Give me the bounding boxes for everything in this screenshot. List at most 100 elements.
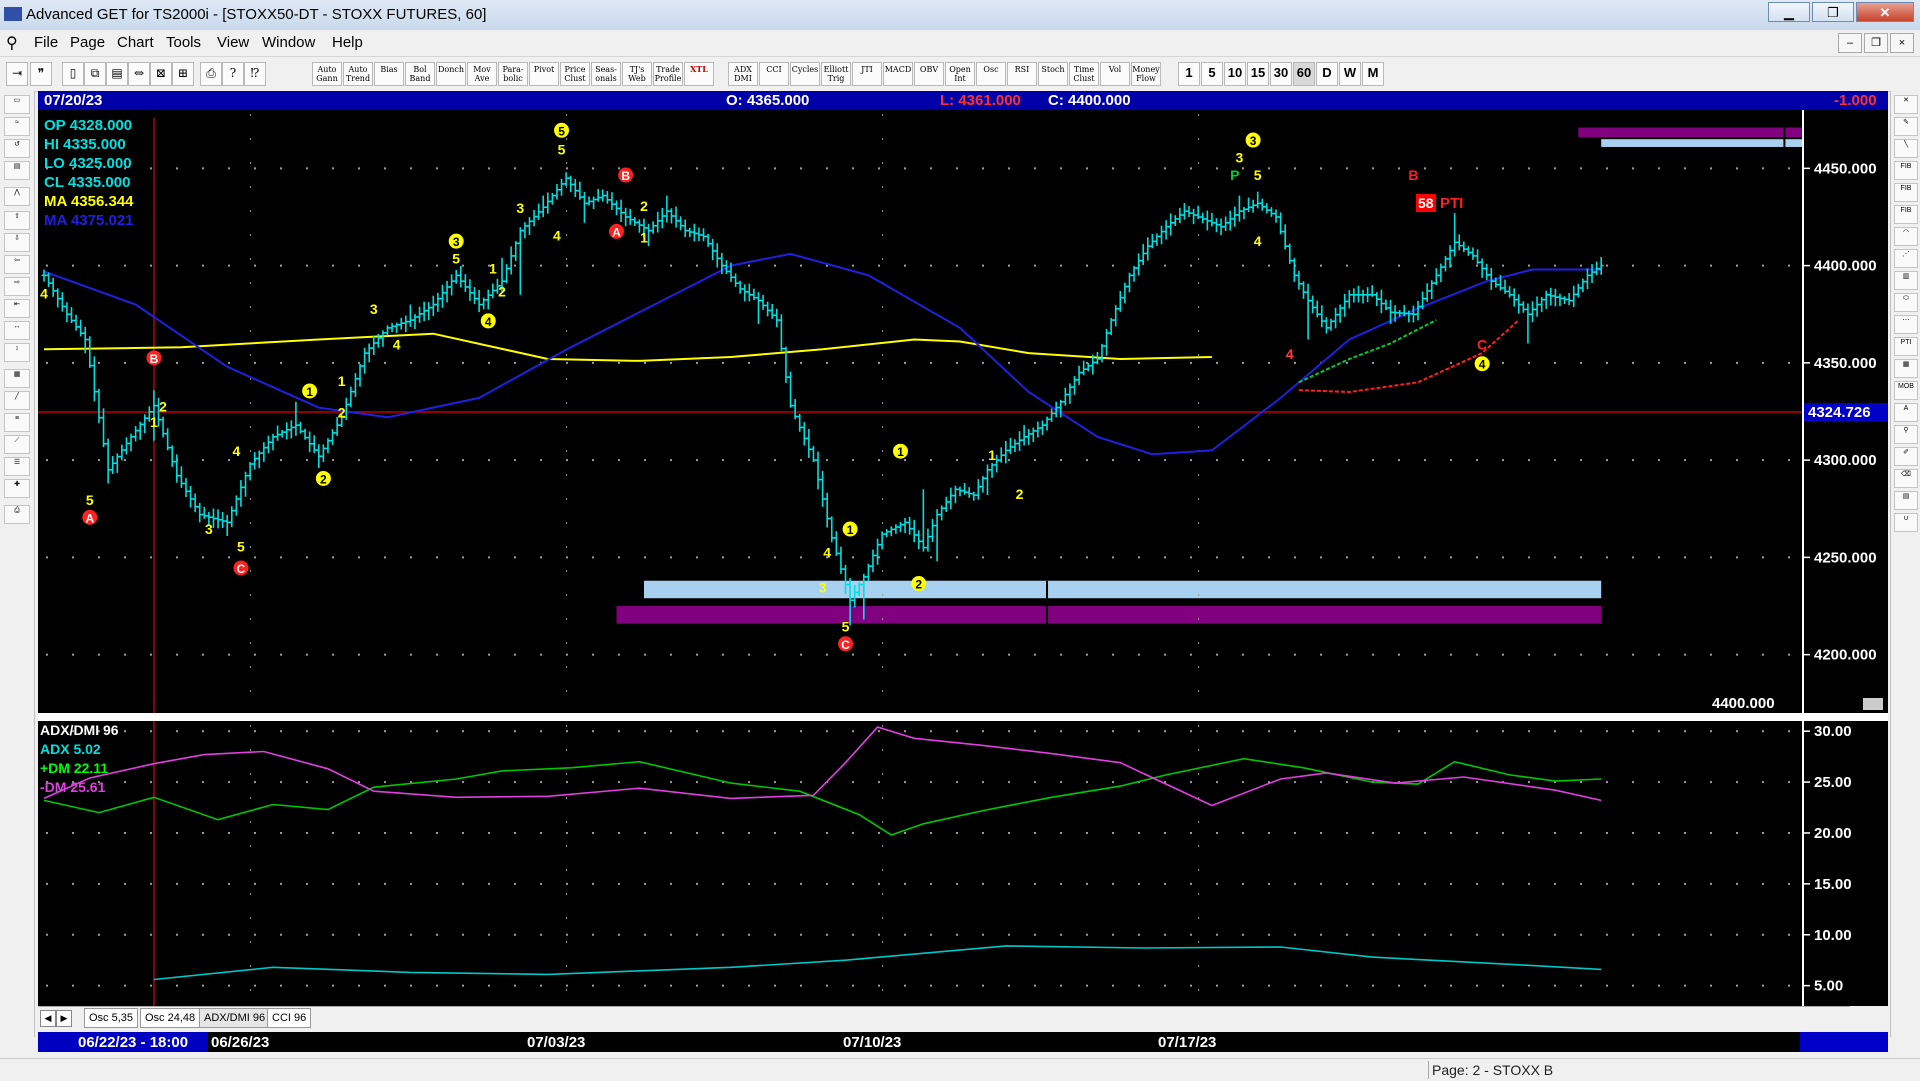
menu-tools[interactable]: Tools [166,34,201,51]
parabolic-button[interactable]: Para- bolic [498,62,528,86]
fib-time-icon[interactable]: FIB [1894,205,1918,224]
seasonals-button[interactable]: Seas- onals [591,62,621,86]
pencil-icon[interactable]: ✎ [1894,117,1918,136]
fan-icon[interactable]: ⋰ [1894,249,1918,268]
donch-button[interactable]: Donch [436,62,466,86]
tjs-web-button[interactable]: TJ's Web [622,62,652,86]
period-60-button[interactable]: 60 [1293,62,1315,86]
period-10-button[interactable]: 10 [1224,62,1246,86]
wave-tool-icon[interactable]: ≈ [4,117,30,136]
period-1-button[interactable]: 1 [1178,62,1200,86]
close-study-icon[interactable]: ✕ [1894,95,1918,114]
tab-osc-5-35[interactable]: Osc 5,35 [84,1008,139,1028]
ellipse-icon[interactable]: ⬭ [1894,293,1918,312]
arrow-left-icon[interactable]: ⇦ [4,255,30,274]
table-icon[interactable]: ▦ [1894,359,1918,378]
period-w-button[interactable]: W [1339,62,1361,86]
layout-icon[interactable]: ▤ [106,62,128,86]
resize-icon[interactable]: ⇔ [128,62,150,86]
crosshair-icon[interactable]: ✚ [4,479,30,498]
menu-file[interactable]: File [34,34,58,51]
auto-gann-button[interactable]: Auto Gann [312,62,342,86]
menu-help[interactable]: Help [332,34,363,51]
trend-line-icon[interactable]: ╱ [4,391,30,410]
split-icon[interactable]: ⊠ [150,62,172,86]
osc-button[interactable]: Osc [976,62,1006,86]
minimize-button[interactable]: ▁ [1768,2,1810,22]
tab-adx-dmi-96[interactable]: ADX/DMI 96 [199,1008,271,1028]
line-tool-icon[interactable]: ╲ [1894,139,1918,158]
mdi-minimize-button[interactable]: – [1838,33,1862,53]
bol-band-button[interactable]: Bol Band [405,62,435,86]
mdi-restore-button[interactable]: ❐ [1864,33,1888,53]
quote-icon[interactable]: ❞ [30,62,52,86]
tab-cci-96[interactable]: CCI 96 [267,1008,312,1028]
macd-button[interactable]: MACD [883,62,913,86]
close-button[interactable]: ✕ [1856,2,1914,22]
reset-icon[interactable]: ↺ [4,139,30,158]
pane-divider[interactable] [38,713,1888,721]
speed-lines-icon[interactable]: ⋯ [1894,315,1918,334]
tab-next-button[interactable]: ▶ [56,1010,72,1027]
adx-dmi-chart[interactable]: 5.00 10.00 15.00 20.00 25.00 30.00 ADX/DMI 96… [38,721,1888,1006]
fib-ret-icon[interactable]: FIB [1894,161,1918,180]
price-clust-button[interactable]: Price Clust [560,62,590,86]
scroll-corner-icon[interactable] [1863,698,1883,710]
time-clust-button[interactable]: Time Clust [1069,62,1099,86]
trade-profile-button[interactable]: Trade Profile [653,62,683,86]
period-d-button[interactable]: D [1316,62,1338,86]
period-5-button[interactable]: 5 [1201,62,1223,86]
arc-icon[interactable]: ◠ [1894,227,1918,246]
eraser-icon[interactable]: ⌫ [1894,469,1918,488]
maximize-button[interactable]: ❐ [1812,2,1854,22]
bias-button[interactable]: Bias [374,62,404,86]
expand-icon[interactable]: ⊞ [172,62,194,86]
compress-icon[interactable]: ⇤ [4,299,30,318]
mov-ave-button[interactable]: Mov Ave [467,62,497,86]
gann-icon[interactable]: ⟋ [4,435,30,454]
copy-icon[interactable]: ⧉ [84,62,106,86]
zoom-icon[interactable]: ⚲ [1894,425,1918,444]
period-30-button[interactable]: 30 [1270,62,1292,86]
jti-button[interactable]: JTI [852,62,882,86]
period-15-button[interactable]: 15 [1247,62,1269,86]
tab-osc-24-48[interactable]: Osc 24,48 [140,1008,201,1028]
mob-icon[interactable]: MOB [1894,381,1918,400]
new-page-icon[interactable]: ▯ [62,62,84,86]
arrow-up-icon[interactable]: ⇧ [4,211,30,230]
expand-horizontal-icon[interactable]: ↔ [4,321,30,340]
channel-icon[interactable]: ▥ [1894,271,1918,290]
date-axis[interactable]: 06/22/23 - 18:00 06/26/23 07/03/23 07/10… [38,1032,1800,1052]
lines-icon[interactable]: ≡ [4,413,30,432]
cycles-button[interactable]: Cycles [790,62,820,86]
elliott-icon[interactable]: ⋀ [4,187,30,206]
money-flow-button[interactable]: Money Flow [1131,62,1161,86]
title-bar[interactable]: Advanced GET for TS2000i - [STOXX50-DT -… [0,0,1920,31]
vol-button[interactable]: Vol [1100,62,1130,86]
auto-trend-button[interactable]: Auto Trend [343,62,373,86]
open-folder-icon[interactable]: ▭ [4,95,30,114]
pti-icon[interactable]: PTI [1894,337,1918,356]
print-icon[interactable]: ⎙ [200,62,222,86]
fib-icon[interactable]: ☰ [4,457,30,476]
menu-view[interactable]: View [217,34,249,51]
stoch-button[interactable]: Stoch [1038,62,1068,86]
price-chart[interactable]: 45AB21345C112234354123455B2A 11435C1212P3… [38,110,1888,713]
xtl-button[interactable]: XTL [684,62,714,86]
rsi-button[interactable]: RSI [1007,62,1037,86]
cci-button[interactable]: CCI [759,62,789,86]
adx-dmi-button[interactable]: ADX DMI [728,62,758,86]
notes-icon[interactable]: ▤ [1894,491,1918,510]
grid-icon[interactable]: ▦ [4,369,30,388]
study-icon[interactable]: ▤ [4,161,30,180]
obv-button[interactable]: OBV [914,62,944,86]
context-help-icon[interactable]: ⁉ [244,62,266,86]
magnet-icon[interactable]: ∪ [1894,513,1918,532]
help-icon[interactable]: ? [222,62,244,86]
open-int-button[interactable]: Open Int [945,62,975,86]
mdi-close-button[interactable]: × [1890,33,1914,53]
tab-prev-button[interactable]: ◀ [40,1010,56,1027]
zoom-vertical-icon[interactable]: ↕ [4,343,30,362]
arrow-right-icon[interactable]: ⇨ [4,277,30,296]
menu-window[interactable]: Window [262,34,315,51]
